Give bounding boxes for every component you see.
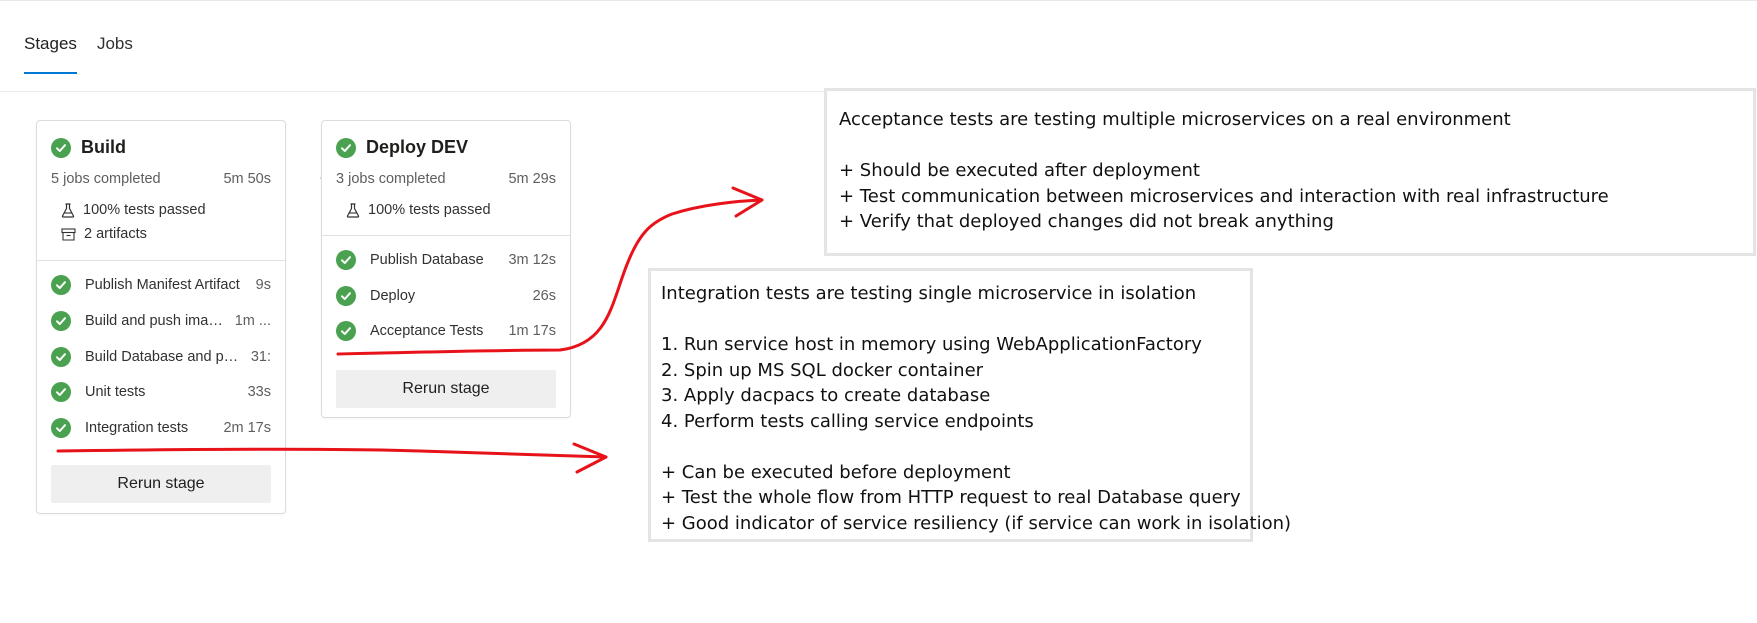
job-duration: 9s	[255, 277, 271, 293]
job-duration: 3m 12s	[508, 252, 556, 268]
job-name: Integration tests	[85, 420, 189, 436]
artifacts-text: 2 artifacts	[84, 226, 147, 242]
jobs-completed-text: 3 jobs completed	[336, 171, 446, 187]
tests-passed-text: 100% tests passed	[368, 202, 491, 218]
note-line: Integration tests are testing single mic…	[661, 283, 1197, 304]
check-circle-icon	[336, 321, 356, 341]
note-line: 2. Spin up MS SQL docker container	[661, 359, 984, 381]
stage-title[interactable]: Deploy DEV	[366, 137, 468, 158]
note-line: + Test communication between microservic…	[839, 185, 1609, 207]
rerun-stage-button[interactable]: Rerun stage	[336, 370, 556, 408]
stage-title[interactable]: Build	[81, 137, 126, 158]
note-line: + Good indicator of service resiliency (…	[661, 512, 1292, 534]
check-circle-icon	[336, 137, 356, 158]
note-line: 4. Perform tests calling service endpoin…	[661, 410, 1034, 432]
arrowhead-integration	[572, 442, 608, 474]
stage-summary: 3 jobs completed 5m 29s	[336, 171, 556, 187]
stage-card-deploy-dev[interactable]: Deploy DEV 3 jobs completed 5m 29s 100% …	[321, 120, 571, 418]
note-line: Acceptance tests are testing multiple mi…	[839, 109, 1511, 130]
check-circle-icon	[336, 250, 356, 270]
job-name: Build Database and publish...	[85, 349, 251, 365]
job-row[interactable]: Publish Manifest Artifact 9s	[51, 267, 271, 303]
job-name: Publish Manifest Artifact	[85, 277, 240, 293]
stage-duration: 5m 29s	[508, 171, 556, 187]
note-line: + Test the whole flow from HTTP request …	[661, 487, 1241, 508]
note-line: + Verify that deployed changes did not b…	[839, 211, 1334, 232]
note-line	[661, 434, 1240, 460]
job-name: Deploy	[370, 288, 416, 304]
job-name: Acceptance Tests	[370, 323, 484, 339]
annotation-integration-tests: Integration tests are testing single mic…	[648, 268, 1292, 542]
rerun-stage-button[interactable]: Rerun stage	[51, 465, 271, 503]
stage-card-build[interactable]: Build 5 jobs completed 5m 50s 100% tests…	[36, 120, 286, 514]
tests-passed-text: 100% tests passed	[83, 202, 206, 218]
job-row[interactable]: Unit tests 33s	[51, 374, 271, 410]
tests-summary[interactable]: 100% tests passed	[346, 202, 491, 218]
job-name: Unit tests	[85, 384, 146, 400]
job-row[interactable]: Publish Database 3m 12s	[336, 242, 556, 278]
tests-summary[interactable]: 100% tests passed	[61, 202, 206, 218]
stage-summary: 5 jobs completed 5m 50s	[51, 171, 271, 187]
note-line: 3. Apply dacpacs to create database	[661, 385, 991, 406]
top-border	[0, 0, 1757, 1]
job-duration: 26s	[532, 288, 556, 304]
tab-bar: Stages Jobs	[24, 34, 133, 74]
job-row[interactable]: Build Database and publish... 31:	[51, 339, 271, 375]
check-circle-icon	[336, 286, 356, 306]
card-divider	[37, 260, 285, 261]
annotation-acceptance-tests: Acceptance tests are testing multiple mi…	[824, 88, 1756, 256]
stage-header: Build	[51, 137, 126, 158]
flask-icon	[61, 202, 75, 218]
job-duration: 31:	[250, 349, 271, 365]
flask-icon	[346, 202, 360, 218]
check-circle-icon	[51, 347, 71, 367]
job-duration: 33s	[247, 384, 271, 400]
artifacts-summary[interactable]: 2 artifacts	[61, 226, 147, 242]
jobs-completed-text: 5 jobs completed	[51, 171, 161, 187]
note-line: 1. Run service host in memory using WebA…	[661, 334, 1202, 355]
note-line: + Should be executed after deployment	[839, 160, 1200, 181]
arrowhead-acceptance	[731, 186, 764, 218]
job-row[interactable]: Acceptance Tests 1m 17s	[336, 313, 556, 349]
stage-header: Deploy DEV	[336, 137, 468, 158]
tab-jobs[interactable]: Jobs	[97, 34, 133, 72]
stage-duration: 5m 50s	[223, 171, 271, 187]
artifact-box-icon	[61, 227, 76, 241]
check-circle-icon	[51, 382, 71, 402]
note-line	[661, 307, 1240, 333]
job-name: Publish Database	[370, 252, 484, 268]
card-divider	[322, 235, 570, 236]
note-line: + Can be executed before deployment	[661, 461, 1011, 483]
check-circle-icon	[51, 311, 71, 331]
check-circle-icon	[51, 275, 71, 295]
check-circle-icon	[51, 137, 71, 158]
tab-stages[interactable]: Stages	[24, 34, 77, 74]
note-line	[839, 133, 1741, 159]
check-circle-icon	[51, 418, 71, 438]
job-row[interactable]: Build and push image t... 1m ...	[51, 303, 271, 339]
job-name: Build and push image t...	[85, 313, 235, 329]
job-row[interactable]: Integration tests 2m 17s	[51, 410, 271, 446]
job-duration: 1m ...	[234, 313, 271, 329]
job-row[interactable]: Deploy 26s	[336, 278, 556, 314]
job-duration: 1m 17s	[508, 323, 556, 339]
job-duration: 2m 17s	[223, 420, 271, 436]
